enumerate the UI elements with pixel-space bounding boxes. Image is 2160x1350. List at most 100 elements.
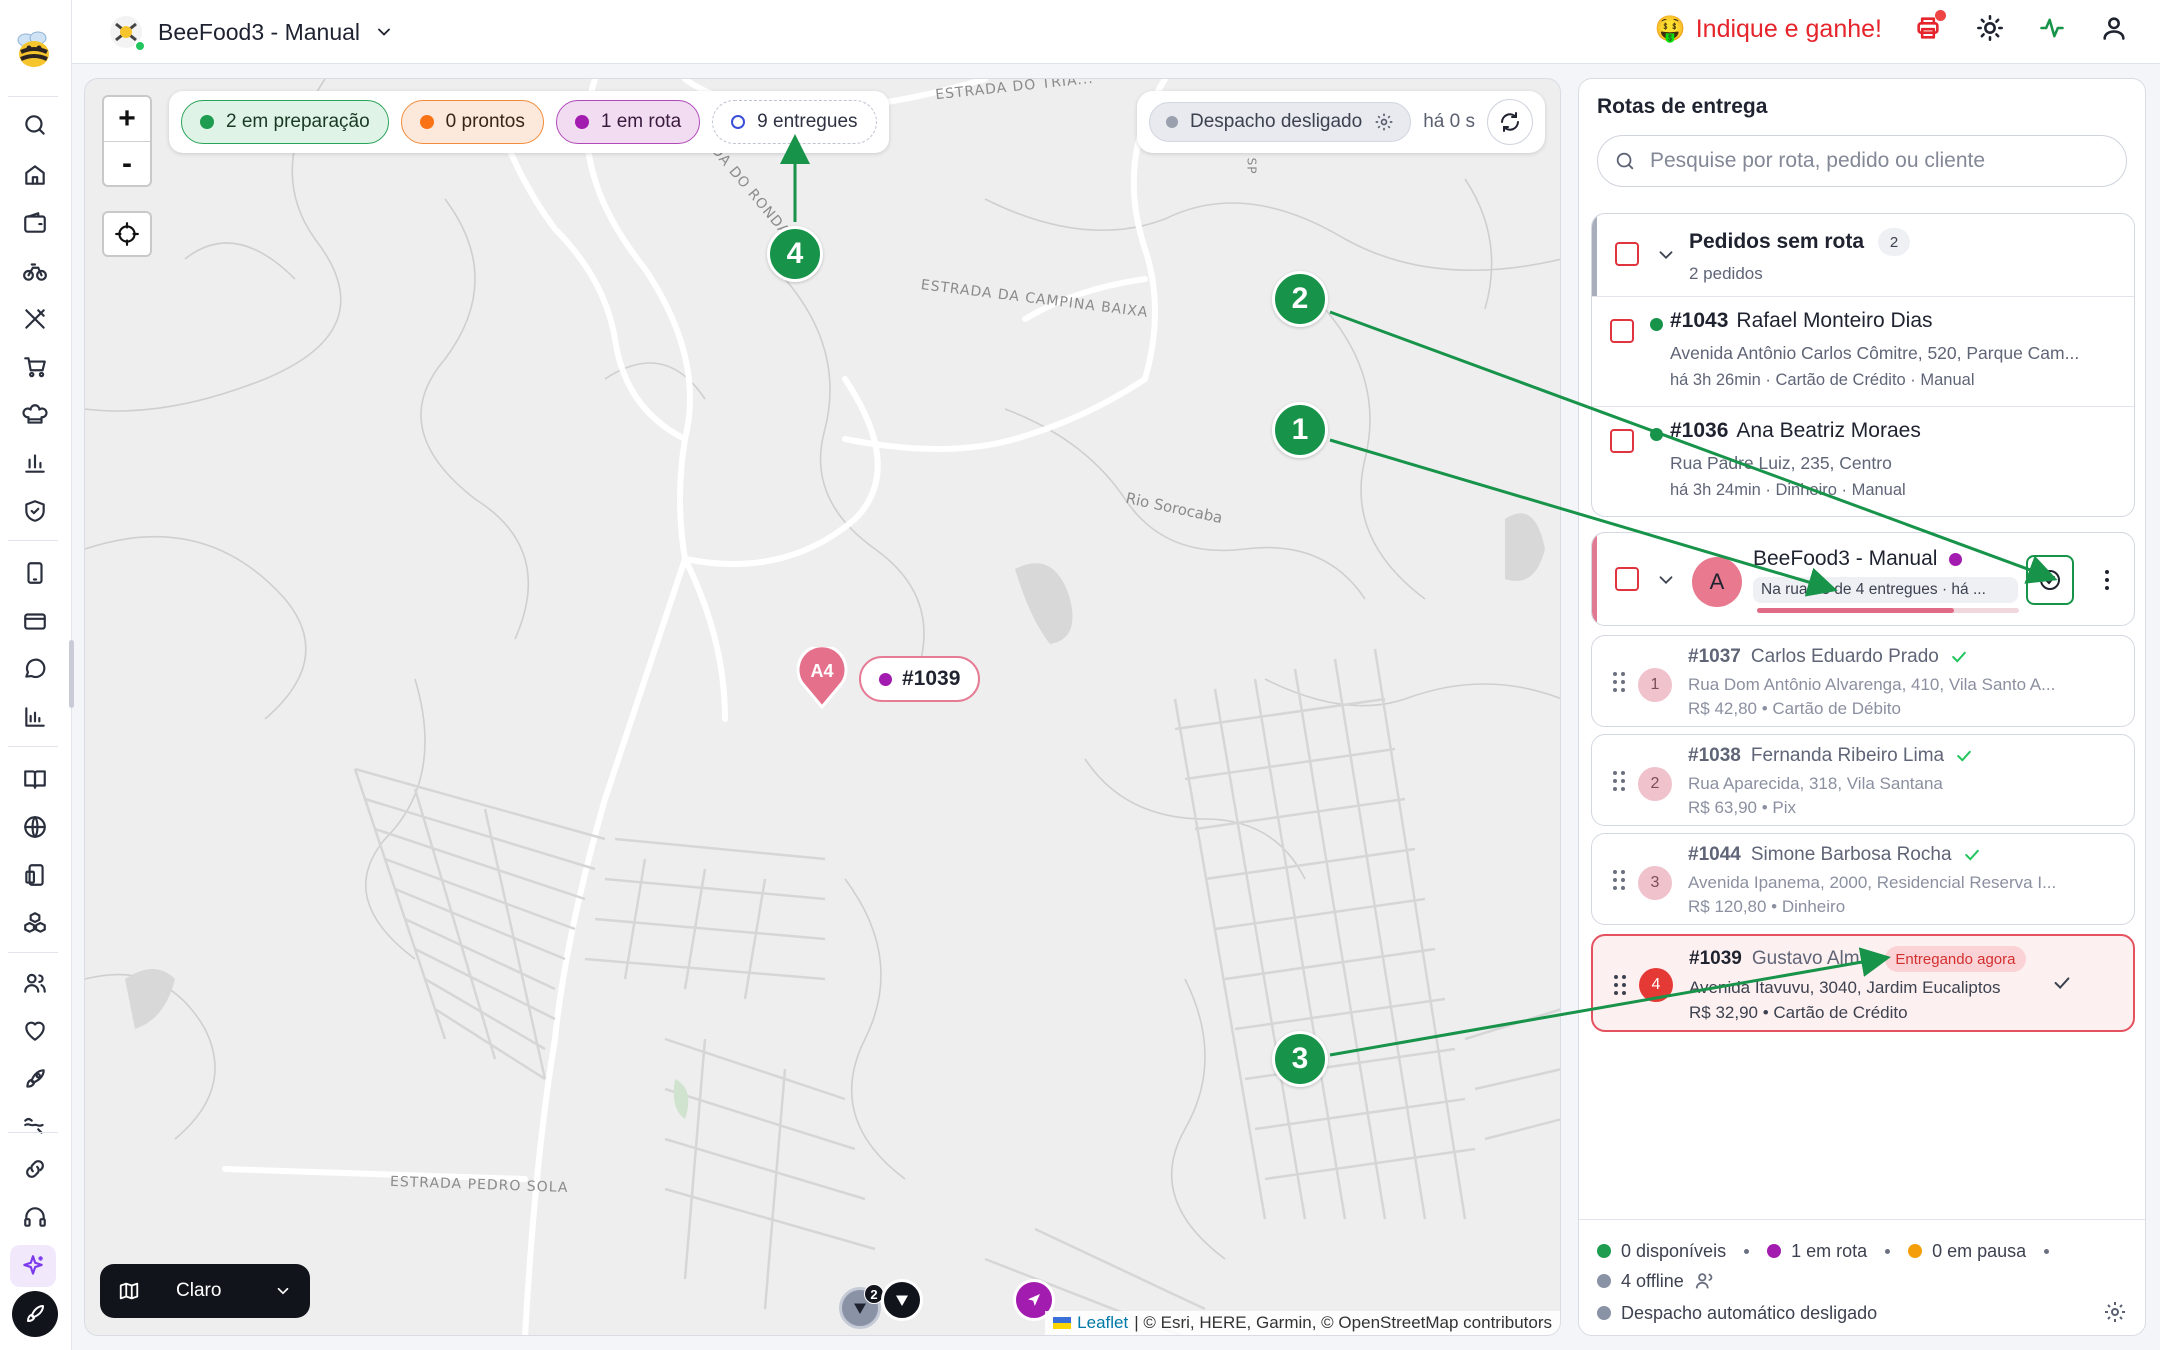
order-map-tag[interactable]: #1039 [859, 656, 981, 702]
utensils-icon[interactable] [20, 304, 50, 334]
gear-icon[interactable] [2103, 1300, 2127, 1324]
status-dot [1767, 1244, 1782, 1258]
courier-summary-row: 0 disponíveis 1 em rota 0 em pausa [1597, 1236, 2127, 1266]
book-icon[interactable] [20, 764, 50, 794]
order-id: #1044 [1688, 844, 1741, 865]
chevron-down-icon[interactable] [1655, 244, 1677, 266]
drag-handle-icon[interactable] [1612, 869, 1626, 891]
cart-icon[interactable] [20, 352, 50, 382]
filter-in-route[interactable]: 1 em rota [555, 100, 701, 144]
refresh-button[interactable] [1486, 99, 1533, 145]
complete-route-button[interactable] [2026, 555, 2074, 605]
left-sidebar [0, 0, 74, 1350]
group-checkbox[interactable] [1615, 242, 1639, 266]
tablet-icon[interactable] [20, 558, 50, 588]
users-icon[interactable] [1694, 1270, 1716, 1292]
sidebar-divider [8, 1132, 58, 1133]
check-circle-icon [2040, 570, 2060, 590]
route-stop[interactable]: 2 #1038 Fernanda Ribeiro Lima Rua Apareci… [1591, 734, 2135, 826]
activity-icon[interactable] [2038, 14, 2068, 44]
globe-icon[interactable] [20, 812, 50, 842]
sparkles-icon[interactable] [10, 1245, 56, 1287]
chef-hat-icon[interactable] [20, 400, 50, 430]
filter-delivered[interactable]: 9 entregues [712, 100, 877, 144]
delivery-icon[interactable] [20, 1110, 50, 1140]
route-header[interactable]: A BeeFood3 - Manual Na rua · 3 de 4 entr… [1592, 533, 2134, 625]
order-meta: há 3h 26min · Cartão de Crédito · Manual [1670, 371, 1975, 389]
stop-number: 4 [1639, 968, 1673, 1002]
chat-icon[interactable] [20, 654, 50, 684]
notification-dot [1935, 10, 1946, 21]
home-icon[interactable] [20, 160, 50, 190]
drag-handle-icon[interactable] [1612, 671, 1626, 693]
status-dot [1597, 1306, 1611, 1320]
rocket-icon[interactable] [20, 1064, 50, 1094]
status-dot [419, 115, 434, 129]
group-header[interactable]: Pedidos sem rota 2 2 pedidos [1592, 214, 2134, 296]
heart-icon[interactable] [20, 1016, 50, 1046]
map-cluster-marker[interactable]: 2 [839, 1284, 884, 1329]
group-title-row: Pedidos sem rota 2 [1689, 228, 1911, 256]
link-icon[interactable] [20, 1154, 50, 1184]
stop-address: Avenida Ipanema, 2000, Residencial Reser… [1688, 873, 2057, 892]
order-row[interactable]: #1036 Ana Beatriz Moraes Rua Padre Luiz, … [1592, 406, 2134, 516]
credit-card-icon[interactable] [20, 606, 50, 636]
check-icon [1952, 651, 1966, 663]
more-options-icon[interactable] [2097, 565, 2117, 595]
map-theme-selector[interactable]: Claro [100, 1264, 310, 1318]
annotation-marker-2: 2 [1272, 271, 1328, 327]
users-icon[interactable] [20, 968, 50, 998]
courier-status-footer: 0 disponíveis 1 em rota 0 em pausa 4 off… [1579, 1219, 2145, 1335]
filter-label: 0 prontos [445, 111, 525, 132]
analytics-icon[interactable] [20, 702, 50, 732]
filter-preparing[interactable]: 2 em preparação [181, 100, 389, 144]
sun-icon[interactable] [1976, 14, 2006, 44]
order-row[interactable]: #1043 Rafael Monteiro Dias Avenida Antôni… [1592, 296, 2134, 406]
drag-handle-icon[interactable] [1612, 770, 1626, 792]
delivery-map[interactable]: ESTRADA DO TRIÂ... ADA DO RONDA ESTRADA … [84, 78, 1561, 1336]
stop-number: 2 [1638, 767, 1672, 801]
filter-label: 2 em preparação [226, 111, 370, 132]
dispatch-toggle[interactable]: Despacho desligado [1149, 102, 1412, 142]
refer-link[interactable]: 🤑 Indique e ganhe! [1655, 15, 1882, 44]
zoom-out-button[interactable]: - [104, 141, 150, 185]
locate-button[interactable] [102, 211, 152, 257]
devices-icon[interactable] [20, 860, 50, 890]
stop-meta: R$ 63,90 • Pix [1688, 798, 1797, 817]
route-checkbox[interactable] [1615, 567, 1639, 591]
leaflet-link[interactable]: Leaflet [1077, 1313, 1128, 1333]
bar-chart-icon[interactable] [20, 448, 50, 478]
user-icon[interactable] [2100, 14, 2130, 44]
bike-icon[interactable] [20, 256, 50, 286]
courier-pin-marker[interactable]: A4 [796, 647, 848, 709]
search-input[interactable] [1650, 149, 2110, 173]
store-name: BeeFood3 - Manual [158, 18, 361, 45]
stop-number: 1 [1638, 668, 1672, 702]
annotation-marker-4: 4 [767, 226, 823, 282]
headset-icon[interactable] [20, 1202, 50, 1232]
wallet-icon[interactable] [20, 208, 50, 238]
sidebar-scrollbar[interactable] [69, 640, 74, 708]
drag-handle-icon[interactable] [1613, 974, 1627, 996]
search-icon[interactable] [20, 110, 50, 140]
customer-name: Carlos Eduardo Prado [1750, 646, 1939, 667]
map-courier-marker[interactable] [881, 1279, 923, 1321]
stop-title: #1038 Fernanda Ribeiro Lima [1688, 745, 1974, 767]
route-stop-active[interactable]: 4 #1039 Gustavo Alm... Entregando agora Av… [1591, 934, 2135, 1032]
route-stop[interactable]: 3 #1044 Simone Barbosa Rocha Avenida Ipan… [1591, 833, 2135, 925]
shield-check-icon[interactable] [20, 496, 50, 526]
chevron-down-icon[interactable] [1655, 569, 1677, 591]
mark-delivered-check-icon[interactable] [2051, 972, 2073, 994]
rocket-launch-icon[interactable] [12, 1291, 58, 1337]
printer-icon[interactable] [1914, 10, 1946, 44]
customer-name: Rafael Monteiro Dias [1736, 309, 1933, 332]
filter-ready[interactable]: 0 prontos [400, 100, 544, 144]
order-checkbox[interactable] [1610, 319, 1634, 343]
order-checkbox[interactable] [1610, 429, 1634, 453]
store-selector[interactable]: BeeFood3 - Manual [108, 14, 394, 52]
order-address: Avenida Antônio Carlos Cômitre, 520, Par… [1670, 343, 2080, 363]
boxes-icon[interactable] [20, 908, 50, 938]
bee-logo-icon[interactable] [10, 26, 58, 74]
route-stop[interactable]: 1 #1037 Carlos Eduardo Prado Rua Dom Antô… [1591, 635, 2135, 727]
zoom-in-button[interactable]: + [104, 97, 150, 141]
